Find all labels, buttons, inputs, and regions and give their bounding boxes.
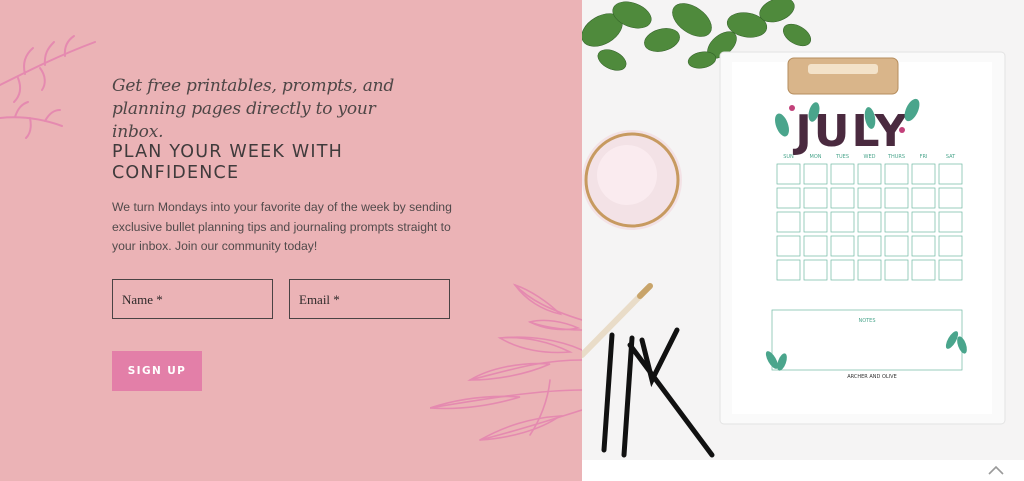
branch-decoration-icon bbox=[0, 35, 96, 139]
calendar-weekday: THURS bbox=[887, 154, 905, 160]
chevron-up-icon[interactable] bbox=[986, 462, 1006, 478]
tagline: Get free printables, prompts, and planni… bbox=[112, 76, 395, 142]
calendar-weekday: FRI bbox=[920, 154, 928, 160]
calendar-weekday: WED bbox=[864, 154, 876, 160]
notes-label: NOTES bbox=[858, 318, 875, 324]
hero-photo: JULY SUN MON TUES WED THURS FRI SAT NOTES bbox=[582, 0, 1024, 460]
calendar-weekday: MON bbox=[810, 154, 822, 160]
signup-button[interactable]: SIGN UP bbox=[112, 351, 202, 391]
brand-mark: ARCHER AND OLIVE bbox=[847, 374, 897, 380]
clipboard: JULY SUN MON TUES WED THURS FRI SAT NOTES bbox=[719, 51, 1006, 425]
signup-description: We turn Mondays into your favorite day o… bbox=[112, 200, 452, 253]
photo-illustration: JULY SUN MON TUES WED THURS FRI SAT NOTES bbox=[582, 0, 1024, 460]
calendar-weekday: TUES bbox=[835, 154, 849, 160]
leaf-decoration-icon bbox=[430, 283, 582, 441]
calendar-weekday: SUN bbox=[783, 154, 794, 160]
page-footer-strip bbox=[582, 460, 1024, 481]
calendar-weekday: SAT bbox=[946, 154, 956, 160]
name-field[interactable]: Name * bbox=[112, 279, 273, 319]
signup-heading: PLAN YOUR WEEK WITH CONFIDENCE bbox=[112, 142, 343, 183]
email-field[interactable]: Email * bbox=[289, 279, 450, 319]
signup-panel: Get free printables, prompts, and planni… bbox=[0, 0, 582, 481]
